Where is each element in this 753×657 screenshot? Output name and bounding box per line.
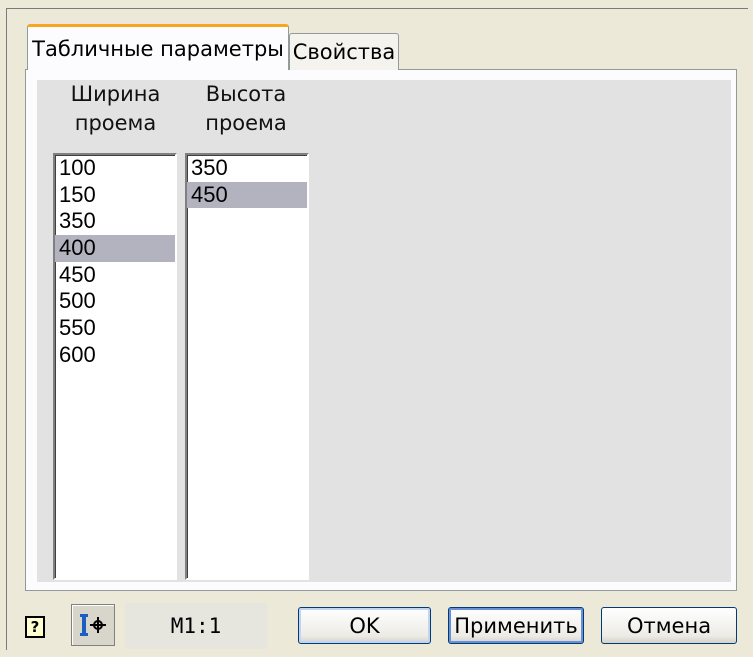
header-line: Ширина <box>70 82 161 106</box>
tab-label: Табличные параметры <box>32 36 284 61</box>
snap-toggle-button[interactable] <box>71 604 115 646</box>
header-line: проема <box>74 111 157 135</box>
list-item[interactable]: 500 <box>55 288 175 315</box>
scale-value: M1:1 <box>170 614 222 638</box>
tab-page: Ширина проема Высота проема 100 150 350 400… <box>25 69 737 591</box>
list-item[interactable]: 600 <box>55 342 175 369</box>
list-item[interactable]: 450 <box>187 181 307 209</box>
apply-button[interactable]: Применить <box>448 607 584 644</box>
help-button[interactable]: ? <box>20 612 50 642</box>
list-item[interactable]: 350 <box>55 208 175 235</box>
width-column-header: Ширина проема <box>58 80 173 138</box>
header-line: проема <box>205 111 287 135</box>
height-listbox[interactable]: 350 450 <box>185 153 309 580</box>
list-item[interactable]: 550 <box>55 315 175 342</box>
list-item[interactable]: 100 <box>55 155 175 182</box>
parameters-panel: Ширина проема Высота проема 100 150 350 400… <box>37 80 731 582</box>
apply-label: Применить <box>454 613 578 638</box>
snap-point-icon <box>80 614 106 636</box>
header-line: Высота <box>205 82 287 106</box>
tab-table-parameters[interactable]: Табличные параметры <box>27 24 289 70</box>
list-item[interactable]: 400 <box>55 235 175 262</box>
list-item[interactable]: 350 <box>187 155 307 182</box>
cancel-label: Отмена <box>626 613 712 638</box>
ok-button[interactable]: OK <box>298 607 431 644</box>
tab-label: Свойства <box>292 40 396 64</box>
help-icon: ? <box>25 616 45 638</box>
list-item[interactable]: 450 <box>55 262 175 289</box>
tab-properties[interactable]: Свойства <box>289 33 399 70</box>
ok-label: OK <box>349 613 380 638</box>
cancel-button[interactable]: Отмена <box>601 607 737 644</box>
list-item[interactable]: 150 <box>55 182 175 209</box>
scale-indicator: M1:1 <box>125 603 267 649</box>
height-column-header: Высота проема <box>187 80 305 138</box>
width-listbox[interactable]: 100 150 350 400 450 500 550 600 <box>53 153 177 580</box>
